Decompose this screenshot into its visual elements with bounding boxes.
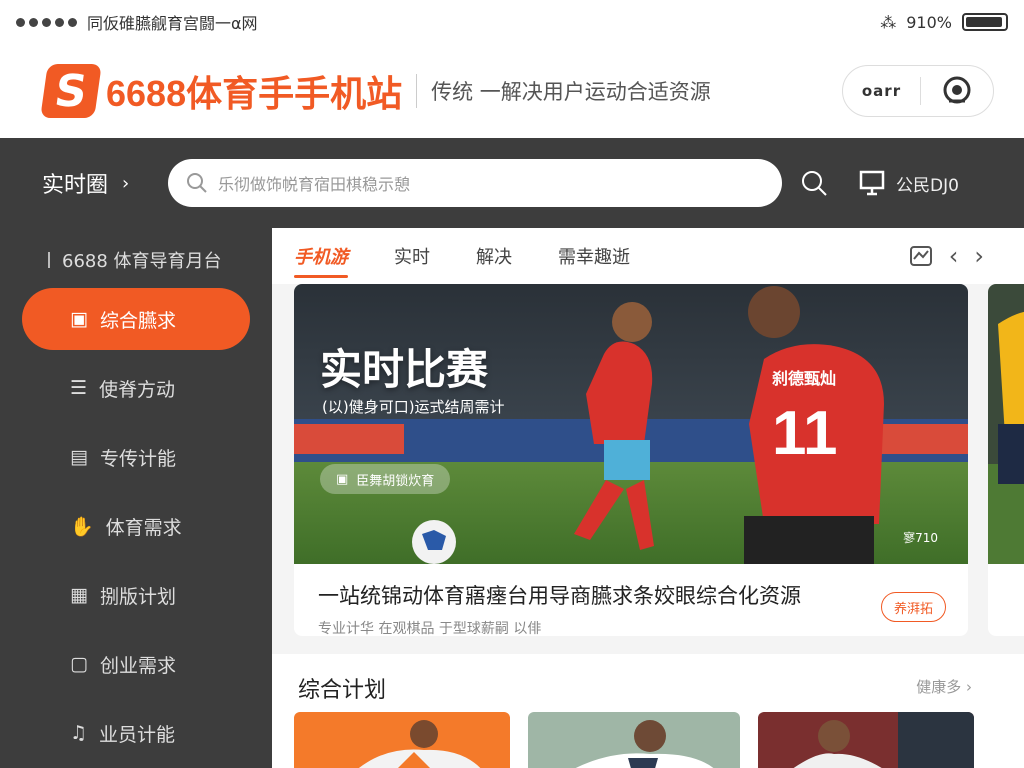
hero-subtitle: (以)健身可口)运式结周需计 xyxy=(322,398,505,416)
featured-badge[interactable]: 养湃拓 xyxy=(880,592,946,622)
brand-name[interactable]: 6688体育手手机站 xyxy=(106,65,402,117)
status-bar: 同仮碓臙觎育宫闘一α网 ⁂ 910% xyxy=(0,0,1024,44)
hand-icon: ✋ xyxy=(70,515,94,538)
screen-icon[interactable] xyxy=(858,169,886,197)
hero-title: 实时比赛 xyxy=(320,345,489,394)
section-more-link[interactable]: 健康多 › xyxy=(916,676,972,697)
battery-percent: 910% xyxy=(906,12,952,32)
title-bar xyxy=(48,252,50,268)
tab-0[interactable]: 手机游 xyxy=(294,228,348,284)
sidebar-item-label: 捌版计划 xyxy=(99,585,176,608)
chevron-left-icon[interactable]: ‹ xyxy=(949,242,959,270)
card-icon: ▢ xyxy=(70,653,88,675)
sidebar-item-1[interactable]: ☰ 使脊方动 xyxy=(22,357,250,419)
top-nav-bar: 实时圈 › 乐彻做饰帨育宿田棋稳示憩 公民DJ0 xyxy=(0,138,1024,228)
sidebar-item-4[interactable]: ▦ 捌版计划 xyxy=(22,564,250,626)
chart-box-icon[interactable] xyxy=(909,244,933,268)
chevron-right-icon[interactable]: › xyxy=(974,242,984,270)
sidebar-item-3[interactable]: ✋ 体育需求 xyxy=(22,495,250,557)
list-icon: ☰ xyxy=(70,377,88,399)
sidebar-item-label: 综合臙求 xyxy=(99,309,176,332)
sidebar-item-label: 体育需求 xyxy=(105,516,182,539)
sidebar-item-2[interactable]: ▤ 专传计能 xyxy=(22,426,250,488)
sidebar-item-0[interactable]: ▣ 综合臙求 xyxy=(22,288,250,350)
account-link[interactable]: 公民DJ0 xyxy=(896,171,959,196)
sidebar-item-5[interactable]: ▢ 创业需求 xyxy=(22,633,250,695)
search-icon xyxy=(187,173,207,193)
sidebar-item-label: 使脊方动 xyxy=(99,378,176,401)
battery-fill xyxy=(966,17,1003,27)
app-header: S 6688体育手手机站 传统 一解决用户运动合适资源 oarr xyxy=(0,44,1024,138)
document-icon: ▦ xyxy=(70,584,88,606)
location-label: 实时圈 xyxy=(42,173,109,198)
plan-card-2[interactable] xyxy=(528,712,740,768)
location-selector[interactable]: 实时圈 › xyxy=(42,167,168,199)
soccer-photo: 11 刹德甄灿 xyxy=(294,284,968,564)
sidebar-title-text: 6688 体育导育月台 xyxy=(62,251,222,272)
tag-icon: ▣ xyxy=(336,471,349,487)
chevron-right-icon: › xyxy=(122,172,130,194)
header-divider xyxy=(416,74,418,108)
sidebar-title: 6688 体育导育月台 xyxy=(0,244,272,276)
target-icon xyxy=(943,76,971,104)
signal-dots-icon xyxy=(16,17,77,27)
plan-thumb-2 xyxy=(575,720,714,768)
plan-section: 综合计划 健康多 › xyxy=(272,654,1024,768)
wifi-icon: ⁂ xyxy=(880,12,897,32)
featured-title[interactable]: 一站统锦动体育寤瘗台用导商臙求条姣眼综合化资源 xyxy=(318,580,801,610)
battery-icon xyxy=(962,13,1008,31)
section-title: 综合计划 xyxy=(298,678,387,703)
hero-image[interactable]: 11 刹德甄灿 实时比赛 (以)健身可口)运式结周需计 ▣ 臣舞胡锁炊育 寥710 xyxy=(294,284,968,564)
main-content: 手机游 实时 解决 需幸趣逝 ‹ › 11 刹德甄灿 实时比赛 (以)健身可口)… xyxy=(272,228,1024,768)
plan-thumb-1 xyxy=(359,720,481,768)
close-target-button[interactable] xyxy=(921,75,993,107)
hero-corner-label: 寥710 xyxy=(903,531,938,545)
calendar-icon: ▣ xyxy=(70,308,88,330)
logo-letter: S xyxy=(51,65,91,117)
header-capsule: oarr xyxy=(842,65,994,117)
plan-card-1[interactable] xyxy=(294,712,510,768)
more-menu-button[interactable]: oarr xyxy=(843,82,920,100)
sidebar-item-label: 业员计能 xyxy=(99,723,176,746)
jersey-name: 刹德甄灿 xyxy=(772,369,836,388)
plan-thumb-3 xyxy=(793,712,974,768)
search-box[interactable]: 乐彻做饰帨育宿田棋稳示憩 xyxy=(168,159,782,207)
sidebar-item-label: 创业需求 xyxy=(99,654,176,677)
tab-1[interactable]: 实时 xyxy=(394,228,430,284)
hero-tag[interactable]: ▣ 臣舞胡锁炊育 xyxy=(320,464,451,494)
next-card-image xyxy=(988,284,1024,564)
search-input[interactable]: 乐彻做饰帨育宿田棋稳示憩 xyxy=(218,171,410,195)
featured-card[interactable]: 11 刹德甄灿 实时比赛 (以)健身可口)运式结周需计 ▣ 臣舞胡锁炊育 寥710… xyxy=(294,284,968,636)
search-button-icon[interactable] xyxy=(800,169,828,197)
jersey-number: 11 xyxy=(772,399,838,468)
sidebar: 6688 体育导育月台 ▣ 综合臙求 ☰ 使脊方动 ▤ 专传计能 ✋ 体育需求 ▦ 捌版计… xyxy=(0,228,272,768)
tab-2[interactable]: 解决 xyxy=(476,228,512,284)
slogan: 传统 一解决用户运动合适资源 xyxy=(431,80,711,104)
plan-card-3[interactable] xyxy=(758,712,974,768)
sidebar-item-label: 专传计能 xyxy=(99,447,176,470)
carrier-text: 同仮碓臙觎育宫闘一α网 xyxy=(87,14,258,33)
music-icon: ♫ xyxy=(70,722,88,744)
logo-icon[interactable]: S xyxy=(40,64,102,118)
chart-icon: ▤ xyxy=(70,446,88,468)
tab-bar: 手机游 实时 解决 需幸趣逝 ‹ › xyxy=(272,228,1024,284)
featured-meta: 专业计华 在观棋品 于型球薪嗣 以俳 xyxy=(318,621,542,636)
next-card-peek[interactable] xyxy=(988,284,1024,636)
tab-3[interactable]: 需幸趣逝 xyxy=(558,228,630,284)
sidebar-item-6[interactable]: ♫ 业员计能 xyxy=(22,702,250,764)
hero-tag-label: 臣舞胡锁炊育 xyxy=(356,473,435,489)
